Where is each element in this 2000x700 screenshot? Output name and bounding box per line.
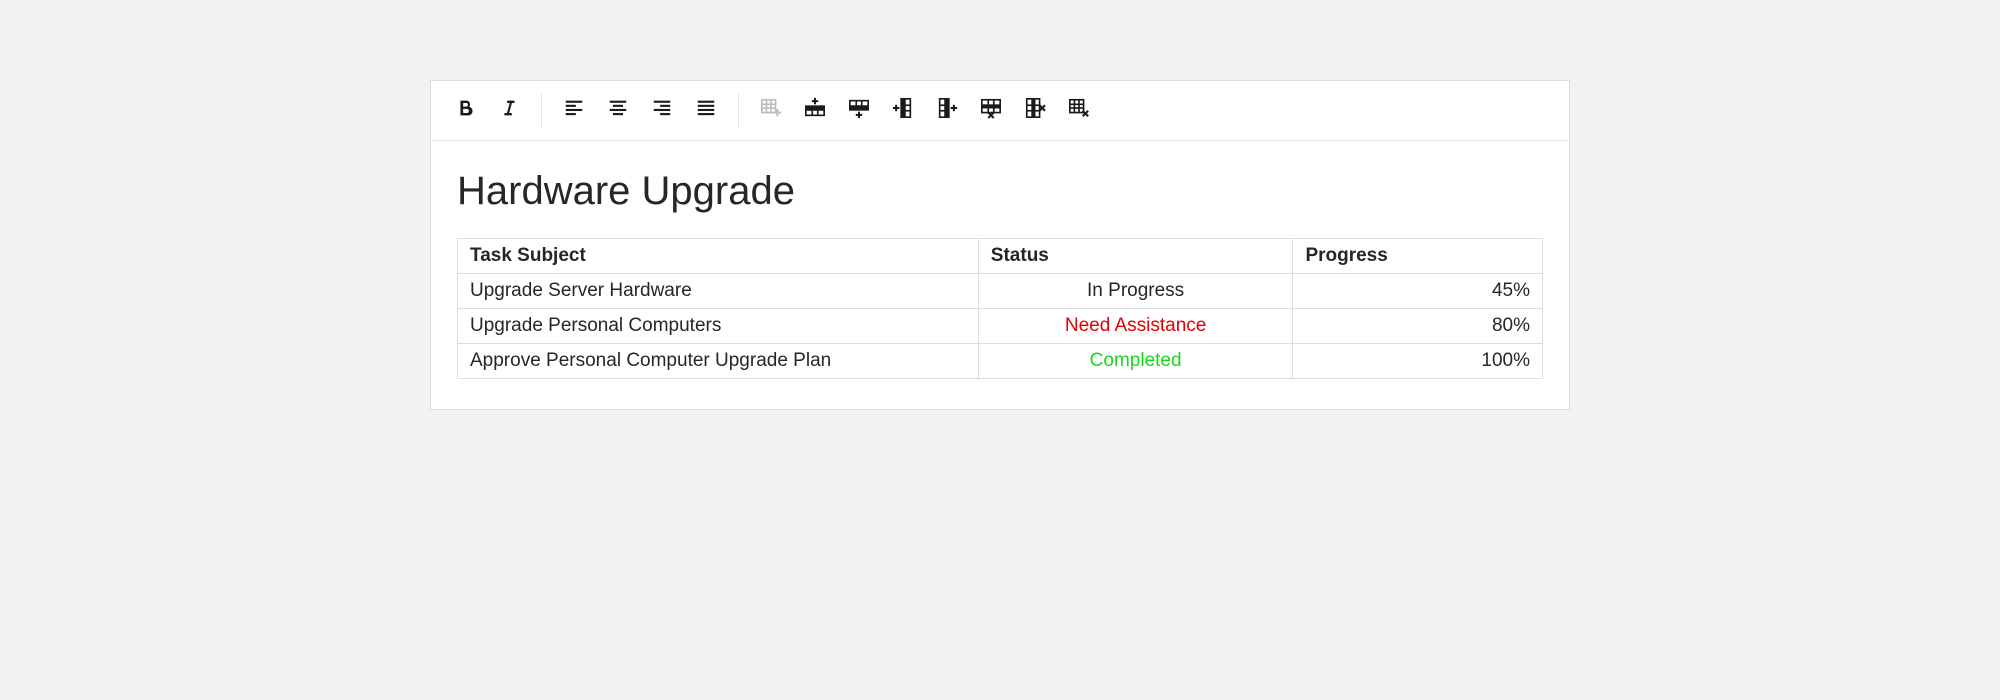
align-justify-button[interactable] xyxy=(684,89,728,133)
cell-status[interactable]: In Progress xyxy=(978,274,1293,309)
delete-column-icon xyxy=(1024,97,1046,124)
cell-subject[interactable]: Upgrade Server Hardware xyxy=(458,274,979,309)
insert-row-below-button[interactable] xyxy=(837,89,881,133)
align-center-icon xyxy=(607,97,629,124)
delete-row-icon xyxy=(980,97,1002,124)
align-center-button[interactable] xyxy=(596,89,640,133)
table-row[interactable]: Upgrade Personal ComputersNeed Assistanc… xyxy=(458,309,1543,344)
delete-row-button[interactable] xyxy=(969,89,1013,133)
table-header-row: Task Subject Status Progress xyxy=(458,239,1543,274)
cell-subject[interactable]: Approve Personal Computer Upgrade Plan xyxy=(458,344,979,379)
header-status: Status xyxy=(978,239,1293,274)
insert-row-above-icon xyxy=(804,97,826,124)
insert-column-right-button[interactable] xyxy=(925,89,969,133)
italic-button[interactable] xyxy=(487,89,531,133)
delete-table-icon xyxy=(1068,97,1090,124)
toolbar xyxy=(431,81,1569,141)
align-left-icon xyxy=(563,97,585,124)
cell-progress[interactable]: 45% xyxy=(1293,274,1543,309)
align-right-button[interactable] xyxy=(640,89,684,133)
toolbar-separator xyxy=(738,94,739,128)
insert-table-icon xyxy=(760,97,782,124)
align-left-button[interactable] xyxy=(552,89,596,133)
cell-status[interactable]: Completed xyxy=(978,344,1293,379)
header-subject: Task Subject xyxy=(458,239,979,274)
cell-status[interactable]: Need Assistance xyxy=(978,309,1293,344)
insert-table-button xyxy=(749,89,793,133)
delete-table-button[interactable] xyxy=(1057,89,1101,133)
bold-icon xyxy=(454,97,476,124)
italic-icon xyxy=(498,97,520,124)
tasks-table[interactable]: Task Subject Status Progress Upgrade Ser… xyxy=(457,238,1543,379)
insert-column-left-icon xyxy=(892,97,914,124)
insert-row-above-button[interactable] xyxy=(793,89,837,133)
cell-progress[interactable]: 80% xyxy=(1293,309,1543,344)
cell-progress[interactable]: 100% xyxy=(1293,344,1543,379)
insert-row-below-icon xyxy=(848,97,870,124)
document-title[interactable]: Hardware Upgrade xyxy=(457,169,1543,214)
cell-subject[interactable]: Upgrade Personal Computers xyxy=(458,309,979,344)
delete-column-button[interactable] xyxy=(1013,89,1057,133)
insert-column-right-icon xyxy=(936,97,958,124)
header-progress: Progress xyxy=(1293,239,1543,274)
align-justify-icon xyxy=(695,97,717,124)
align-right-icon xyxy=(651,97,673,124)
editor-content[interactable]: Hardware Upgrade Task Subject Status Pro… xyxy=(431,141,1569,409)
table-row[interactable]: Approve Personal Computer Upgrade PlanCo… xyxy=(458,344,1543,379)
insert-column-left-button[interactable] xyxy=(881,89,925,133)
rich-text-editor: Hardware Upgrade Task Subject Status Pro… xyxy=(430,80,1570,410)
table-row[interactable]: Upgrade Server HardwareIn Progress45% xyxy=(458,274,1543,309)
toolbar-separator xyxy=(541,94,542,128)
bold-button[interactable] xyxy=(443,89,487,133)
